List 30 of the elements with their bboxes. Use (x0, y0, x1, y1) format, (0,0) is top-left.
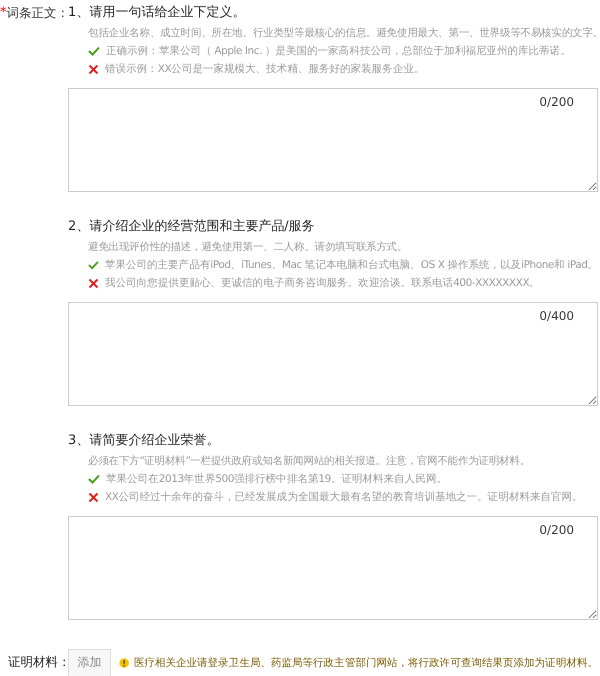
character-counter: 0/400 (539, 309, 574, 323)
hint-text: 包括企业名称、成立时间、所在地、行业类型等最核心的信息。避免使用最大、第一、世界级等不易核实的文字。 (88, 26, 598, 41)
add-button[interactable]: 添加 (68, 648, 112, 676)
section-heading: 2、请介绍企业的经营范围和主要产品/服务 (68, 218, 316, 236)
text-area-field[interactable] (68, 302, 598, 406)
hint-text: 必须在下方“证明材料”一栏提供政府或知名新闻网站的相关报道。注意，官网不能作为证明材料。 (88, 454, 532, 469)
check-icon (88, 46, 100, 56)
section-heading: 1、请用一句话给企业下定义。 (68, 4, 246, 22)
example-text: 我公司向您提供更贴心、更诚信的电子商务咨询服务。欢迎洽谈。联系电话400-XXXXXXXX。 (105, 276, 540, 291)
cross-icon (88, 278, 99, 288)
example-text: 苹果公司的主要产品有iPod、iTunes、Mac 笔记本电脑和台式电脑、OS X 操作系统，以及iPhone和 iPad。 (104, 258, 598, 273)
example-text: 错误示例：XX公司是一家规模大、技术精、服务好的家装服务企业。 (105, 62, 424, 77)
example-text: 苹果公司在2013年世界500强排行榜中排名第19。证明材料来自人民网。 (106, 472, 447, 487)
character-counter: 0/200 (539, 523, 574, 537)
example-text: XX公司经过十余年的奋斗，已经发展成为全国最大最有名望的教育培训基地之一。证明材料来自官网。 (105, 490, 583, 505)
field-label: 词条正文： (6, 4, 69, 22)
hint-text: 避免出现评价性的描述，避免使用第一、二人称。请勿填写联系方式。 (88, 240, 408, 255)
warning-icon (119, 656, 130, 670)
notice-text: 医疗相关企业请登录卫生局、药监局等行政主管部门网站，将行政许可查询结果页添加为证明材料。 (134, 656, 598, 670)
text-area-field[interactable] (68, 516, 598, 620)
cross-icon (88, 64, 99, 74)
check-icon (88, 474, 100, 484)
check-icon (88, 260, 99, 270)
evidence-label: 证明材料： (8, 654, 68, 671)
text-area-field[interactable] (68, 88, 598, 192)
required-mark: * (0, 4, 6, 22)
section-heading: 3、请简要介绍企业荣誉。 (68, 432, 220, 450)
cross-icon (88, 492, 99, 502)
example-text: 正确示例：苹果公司（ Apple Inc. ）是美国的一家高科技公司，总部位于加利福尼亚州的库比蒂诺。 (106, 44, 571, 59)
character-counter: 0/200 (539, 95, 574, 109)
